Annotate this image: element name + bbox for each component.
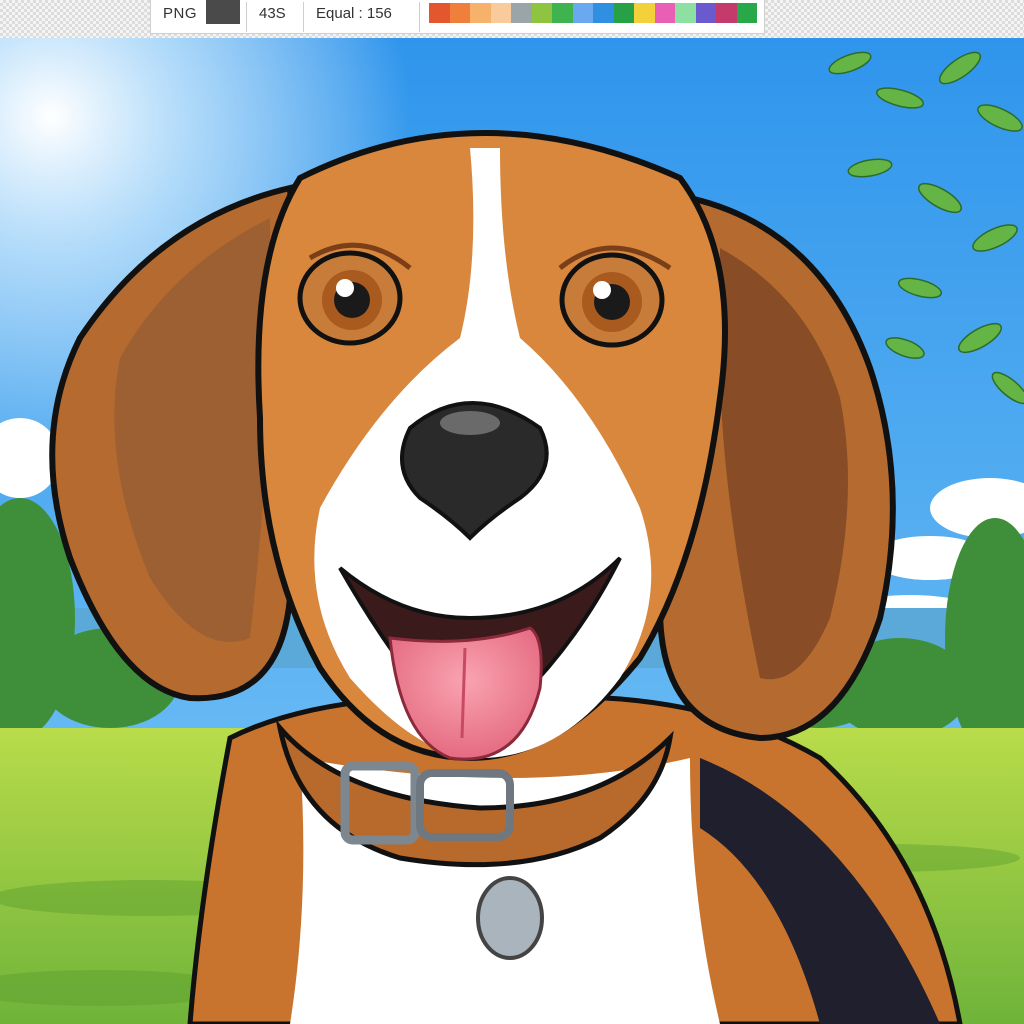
palette-color-chip[interactable] — [736, 3, 757, 23]
palette-color-chip[interactable] — [634, 3, 655, 23]
color-palette — [429, 3, 757, 23]
palette-color-chip[interactable] — [531, 3, 552, 23]
format-label[interactable]: PNG — [163, 5, 197, 22]
palette-color-chip[interactable] — [490, 3, 511, 23]
nose-highlight — [440, 411, 500, 435]
palette-color-chip[interactable] — [613, 3, 634, 23]
palette-color-chip[interactable] — [572, 3, 593, 23]
left-eye — [297, 250, 403, 346]
color-swatch[interactable] — [206, 0, 240, 24]
palette-color-chip[interactable] — [552, 3, 573, 23]
palette-color-chip[interactable] — [593, 3, 614, 23]
mode-label[interactable]: Equal : 156 — [316, 5, 392, 22]
palette-color-chip[interactable] — [716, 3, 737, 23]
palette-color-chip[interactable] — [449, 3, 470, 23]
image-toolbar: PNG 43S Equal : 156 — [150, 0, 765, 34]
palette-color-chip[interactable] — [470, 3, 491, 23]
dog-tag — [476, 876, 544, 960]
palette-color-chip[interactable] — [675, 3, 696, 23]
color-count-label: 43S — [259, 5, 286, 22]
toolbar-divider — [419, 2, 420, 32]
toolbar-divider — [303, 2, 304, 32]
palette-color-chip[interactable] — [695, 3, 716, 23]
right-eye — [559, 252, 665, 348]
palette-color-chip[interactable] — [429, 3, 450, 23]
palette-color-chip[interactable] — [654, 3, 675, 23]
beagle-illustration — [0, 38, 1024, 1024]
palette-color-chip[interactable] — [511, 3, 532, 23]
toolbar-divider — [246, 2, 247, 32]
